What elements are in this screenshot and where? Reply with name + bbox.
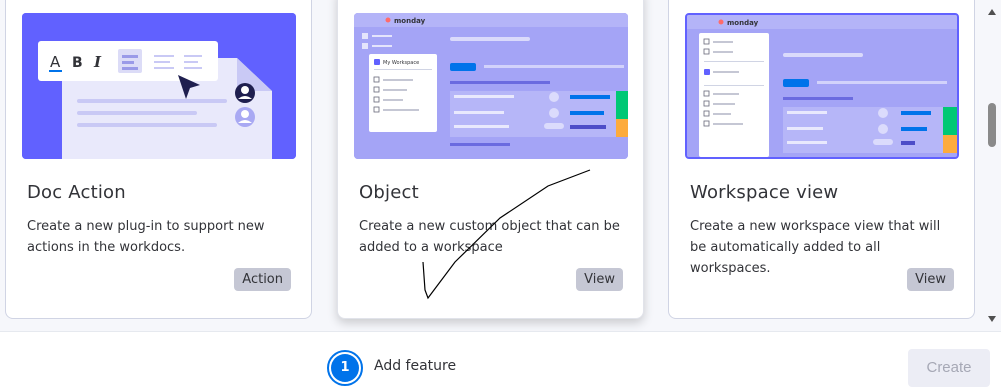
feature-gallery: A B I Doc Action Create a new plug-in to… xyxy=(0,0,1001,331)
card-title: Doc Action xyxy=(27,182,126,203)
card-tag: Action xyxy=(234,268,291,291)
wizard-footer xyxy=(0,331,1001,391)
card-description: Create a new custom object that can be a… xyxy=(359,219,620,255)
doc-editor-illustration-icon: A B I xyxy=(22,13,296,159)
monday-brand-text: monday xyxy=(727,19,759,27)
scroll-down-icon[interactable] xyxy=(988,316,996,322)
card-title: Workspace view xyxy=(690,182,839,203)
feature-card-workspace-view[interactable]: monday Workspace view Create a new works… xyxy=(668,0,975,319)
svg-text:A: A xyxy=(50,53,61,71)
step-indicator: 1 xyxy=(327,350,363,386)
svg-text:I: I xyxy=(93,53,102,71)
card-description: Create a new plug-in to support new acti… xyxy=(27,219,265,255)
svg-text:B: B xyxy=(72,55,83,71)
scrollbar-thumb[interactable] xyxy=(988,103,996,147)
step-label: Add feature xyxy=(374,358,457,374)
object-thumbnail: monday My Workspace xyxy=(354,13,628,159)
doc-action-thumbnail: A B I xyxy=(22,13,296,159)
feature-card-object[interactable]: monday My Workspace Object Create a new … xyxy=(337,0,644,319)
card-title: Object xyxy=(359,182,419,203)
create-button[interactable]: Create xyxy=(908,349,990,387)
monday-brand-text: monday xyxy=(394,17,426,25)
monday-object-illustration-icon: monday My Workspace xyxy=(354,13,628,159)
card-tag: View xyxy=(576,268,623,291)
feature-card-doc-action[interactable]: A B I Doc Action Create a new plug-in to… xyxy=(5,0,312,319)
workspace-view-thumbnail: monday xyxy=(685,13,959,159)
card-tag: View xyxy=(907,268,954,291)
monday-workspace-illustration-icon: monday xyxy=(687,15,957,157)
scroll-up-icon[interactable] xyxy=(988,9,996,15)
step-number: 1 xyxy=(331,354,359,382)
vertical-scrollbar[interactable] xyxy=(983,0,1001,331)
workspace-label-text: My Workspace xyxy=(383,60,419,66)
